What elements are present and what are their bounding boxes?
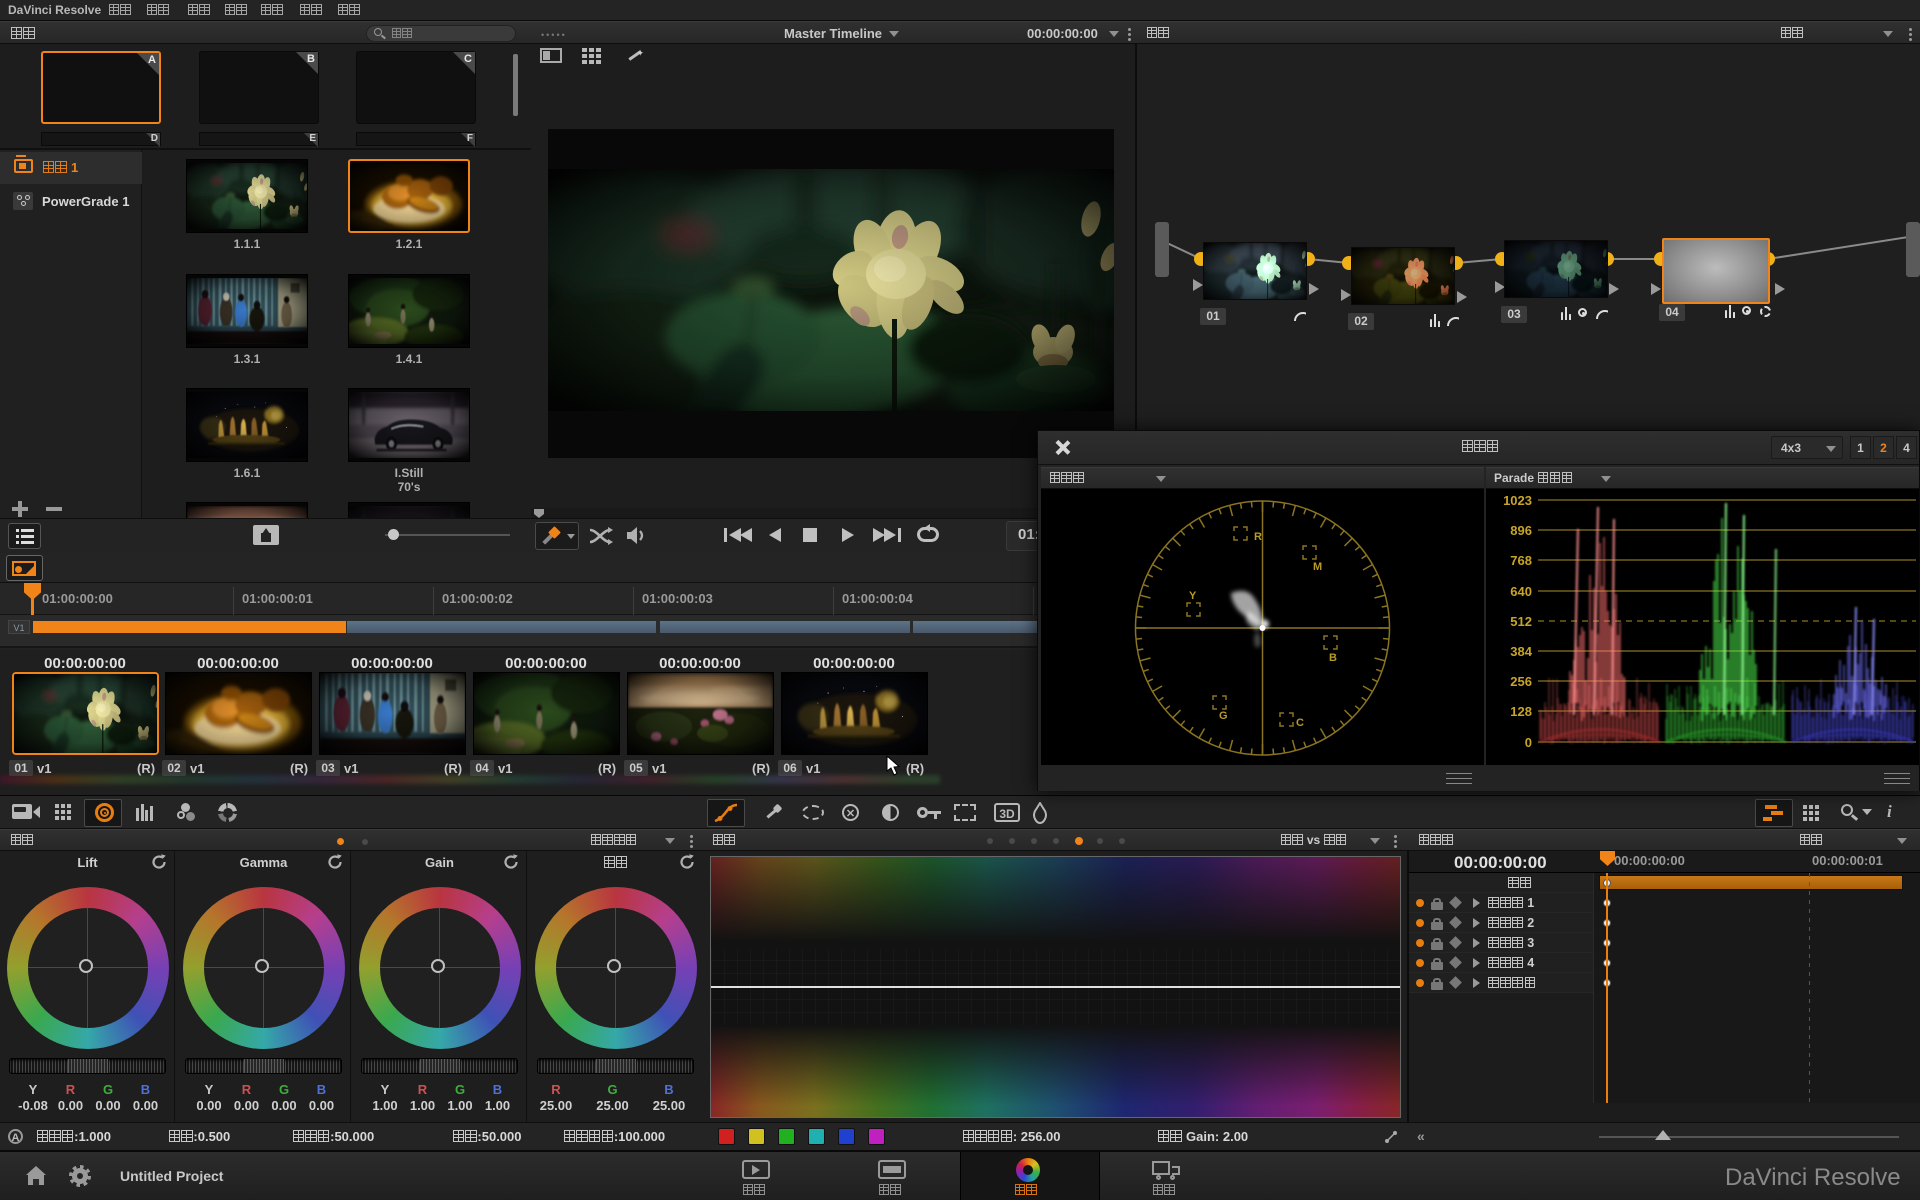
svg-text:640: 640: [1510, 584, 1532, 599]
svg-text:512: 512: [1510, 614, 1532, 629]
svg-text:G: G: [1219, 710, 1228, 722]
svg-text:R: R: [1254, 531, 1262, 543]
svg-text:0: 0: [1525, 735, 1532, 750]
svg-text:M: M: [1313, 561, 1322, 573]
svg-text:128: 128: [1510, 704, 1532, 719]
svg-text:C: C: [1296, 717, 1304, 729]
svg-text:256: 256: [1510, 674, 1532, 689]
svg-text:768: 768: [1510, 553, 1532, 568]
svg-text:1023: 1023: [1503, 493, 1532, 508]
svg-text:896: 896: [1510, 523, 1532, 538]
svg-text:Y: Y: [1189, 590, 1197, 602]
svg-text:384: 384: [1510, 644, 1532, 659]
svg-text:B: B: [1329, 652, 1337, 664]
